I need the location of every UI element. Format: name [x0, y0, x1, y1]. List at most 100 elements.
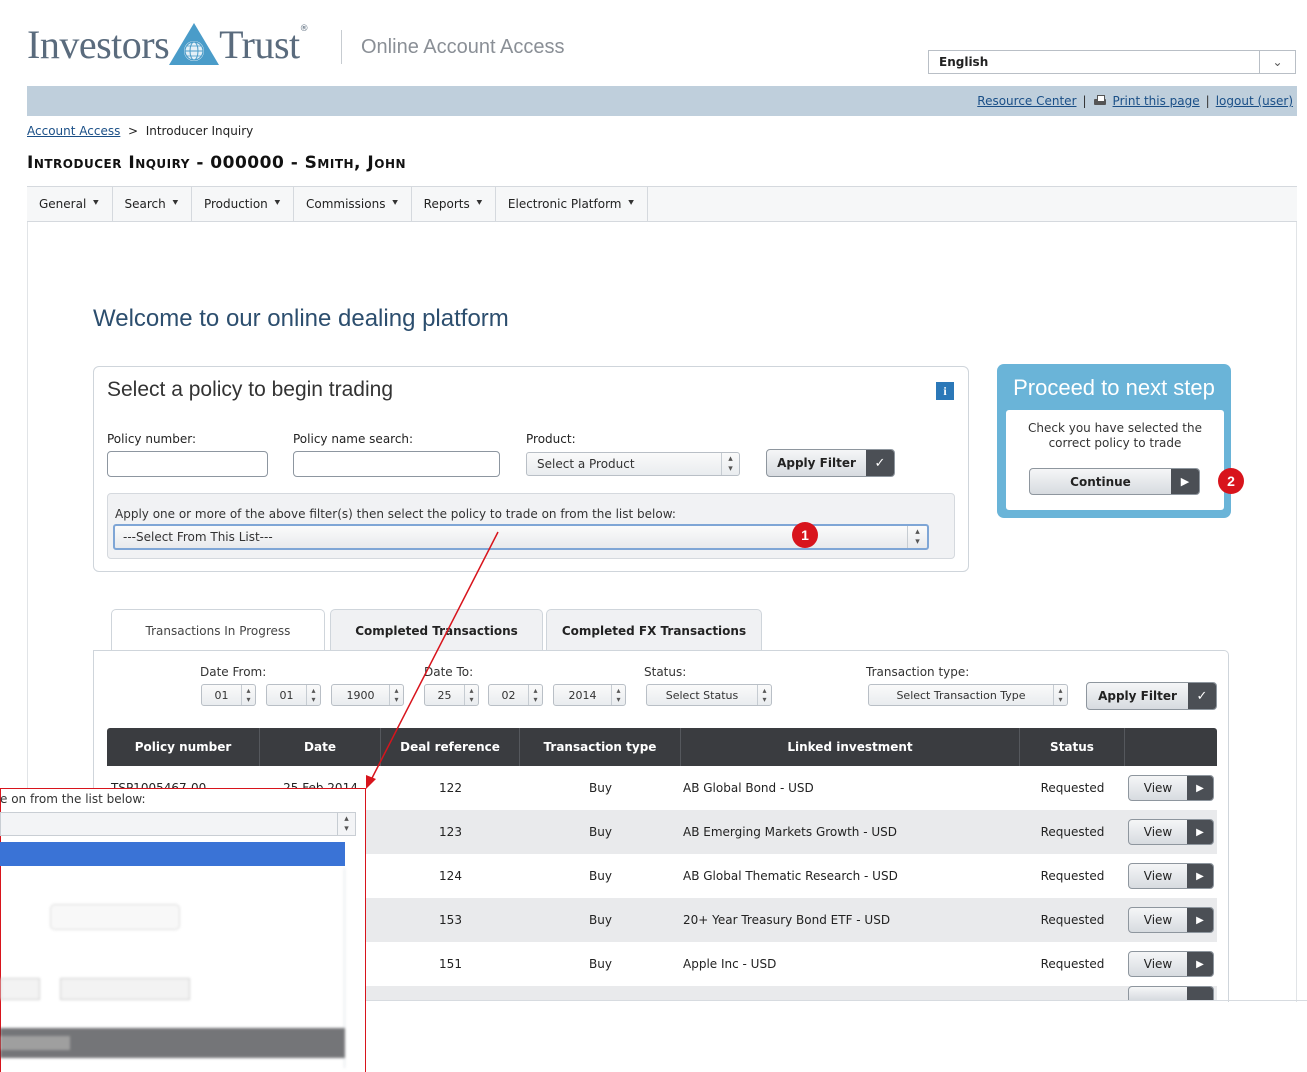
check-icon: ✓: [1188, 683, 1216, 709]
policy-list-selected: ---Select From This List---: [123, 530, 273, 544]
transactions-table-header: Policy number Date Deal reference Transa…: [107, 728, 1217, 766]
zoom-dropdown-highlight[interactable]: [0, 842, 345, 866]
info-icon[interactable]: i: [936, 382, 954, 400]
chevron-down-icon: ⯆: [273, 199, 281, 209]
date-to-year-value: 2014: [568, 688, 597, 702]
tab-completed-transactions[interactable]: Completed Transactions: [330, 609, 543, 651]
view-button[interactable]: View ▶: [1128, 951, 1214, 977]
date-to-day-value: 25: [437, 688, 452, 702]
policy-name-label: Policy name search:: [293, 432, 414, 446]
apply-filter-button[interactable]: Apply Filter ✓: [766, 449, 895, 477]
zoom-dropdown[interactable]: ▴ ▾: [0, 812, 356, 836]
view-button[interactable]: View ▶: [1128, 863, 1214, 889]
status-label: Status:: [644, 665, 687, 679]
date-to-day[interactable]: 25 ▴ ▾: [424, 684, 479, 706]
trademark: ®: [299, 24, 309, 34]
cell-deal: 123: [439, 825, 462, 839]
proceed-text: Check you have selected the correct poli…: [1027, 421, 1202, 450]
cell-type: Buy: [589, 869, 612, 883]
logout-link[interactable]: logout (user): [1216, 94, 1293, 108]
view-button[interactable]: [1128, 986, 1214, 1000]
date-from-day-value: 01: [214, 688, 229, 702]
print-page-link[interactable]: Print this page: [1113, 94, 1200, 108]
view-button[interactable]: View ▶: [1128, 907, 1214, 933]
menu-electronic-platform[interactable]: Electronic Platform ⯆: [496, 187, 648, 221]
menu-production[interactable]: Production ⯆: [192, 187, 294, 221]
resource-center-link[interactable]: Resource Center: [977, 94, 1076, 108]
date-from-label: Date From:: [200, 665, 267, 679]
tab-transactions-in-progress[interactable]: Transactions In Progress: [111, 609, 325, 652]
th-status: Status: [1020, 728, 1125, 766]
cell-investment: AB Global Thematic Research - USD: [683, 869, 898, 883]
chevron-down-icon: ⯆: [475, 199, 483, 209]
view-label: View: [1143, 869, 1173, 883]
updown-arrows-icon: ▴ ▾: [907, 526, 927, 548]
link-separator: |: [1082, 94, 1087, 108]
date-to-month[interactable]: 02 ▴ ▾: [488, 684, 543, 706]
printer-icon[interactable]: [1093, 95, 1107, 107]
product-select[interactable]: Select a Product ▴ ▾: [526, 452, 740, 476]
policy-name-input[interactable]: [293, 451, 500, 477]
menu-reports[interactable]: Reports ⯆: [412, 187, 496, 221]
updown-arrows-icon: ▴ ▾: [389, 685, 403, 705]
menu-commissions[interactable]: Commissions ⯆: [294, 187, 412, 221]
tab-completed-fx-transactions[interactable]: Completed FX Transactions: [546, 609, 762, 651]
cell-status: Requested: [1040, 825, 1105, 839]
header-divider: [341, 30, 342, 64]
cell-status: Requested: [1040, 913, 1105, 927]
updown-arrows-icon: ▴ ▾: [528, 685, 542, 705]
cell-type: Buy: [589, 825, 612, 839]
date-from-year[interactable]: 1900 ▴ ▾: [331, 684, 404, 706]
date-to-year[interactable]: 2014 ▴ ▾: [553, 684, 626, 706]
policy-panel-title: Select a policy to begin trading: [107, 378, 394, 401]
cell-deal: 122: [439, 781, 462, 795]
menu-general[interactable]: General ⯆: [27, 187, 113, 221]
breadcrumb-sep: >: [128, 124, 139, 138]
cell-deal: 153: [439, 913, 462, 927]
date-to-label: Date To:: [424, 665, 474, 679]
menu-search[interactable]: Search ⯆: [113, 187, 192, 221]
language-selected: English: [939, 55, 989, 69]
chevron-down-icon: ⌄: [1259, 51, 1295, 73]
chevron-down-icon: ⯆: [171, 199, 179, 209]
breadcrumb-account-access[interactable]: Account Access: [27, 124, 120, 138]
product-selected: Select a Product: [537, 457, 635, 471]
cell-type: Buy: [589, 913, 612, 927]
play-arrow-icon: ▶: [1187, 820, 1213, 844]
view-button[interactable]: View ▶: [1128, 775, 1214, 801]
play-arrow-icon: ▶: [1187, 908, 1213, 932]
play-arrow-icon: ▶: [1171, 469, 1199, 494]
date-from-month-value: 01: [279, 688, 294, 702]
menu-label: Electronic Platform: [507, 197, 622, 211]
header-subtitle: Online Account Access: [361, 36, 565, 58]
logo-text-right: Trust: [219, 21, 300, 67]
cell-investment: Apple Inc - USD: [683, 957, 777, 971]
updown-arrows-icon: ▴ ▾: [241, 685, 255, 705]
cell-status: Requested: [1040, 957, 1105, 971]
link-separator-2: |: [1205, 94, 1210, 108]
date-from-month[interactable]: 01 ▴ ▾: [266, 684, 321, 706]
apply-filter-label: Apply Filter: [777, 456, 856, 470]
th-deal-reference: Deal reference: [381, 728, 520, 766]
updown-arrows-icon: ▴ ▾: [1053, 685, 1067, 705]
menu-label: Production: [203, 197, 268, 211]
transaction-type-select[interactable]: Select Transaction Type ▴ ▾: [868, 684, 1068, 706]
main-menu: General ⯆ Search ⯆ Production ⯆ Commissions…: [27, 186, 1297, 222]
policy-number-label: Policy number:: [107, 432, 196, 446]
status-selected: Select Status: [665, 688, 739, 702]
date-from-day[interactable]: 01 ▴ ▾: [201, 684, 256, 706]
th-transaction-type: Transaction type: [520, 728, 681, 766]
updown-arrows-icon: ▴ ▾: [611, 685, 625, 705]
th-linked-investment: Linked investment: [681, 728, 1020, 766]
status-select[interactable]: Select Status ▴ ▾: [646, 684, 772, 706]
proceed-title: Proceed to next step: [1013, 375, 1215, 400]
apply-filter-transactions-button[interactable]: Apply Filter ✓: [1086, 682, 1217, 710]
policy-number-input[interactable]: [107, 451, 268, 477]
continue-button[interactable]: Continue ▶: [1029, 468, 1200, 495]
globe-triangle-icon: [169, 23, 220, 65]
product-label: Product:: [526, 432, 576, 446]
chevron-down-icon: ⯆: [92, 199, 100, 209]
menu-label: Commissions: [305, 197, 386, 211]
language-select[interactable]: English ⌄: [928, 50, 1296, 74]
view-button[interactable]: View ▶: [1128, 819, 1214, 845]
